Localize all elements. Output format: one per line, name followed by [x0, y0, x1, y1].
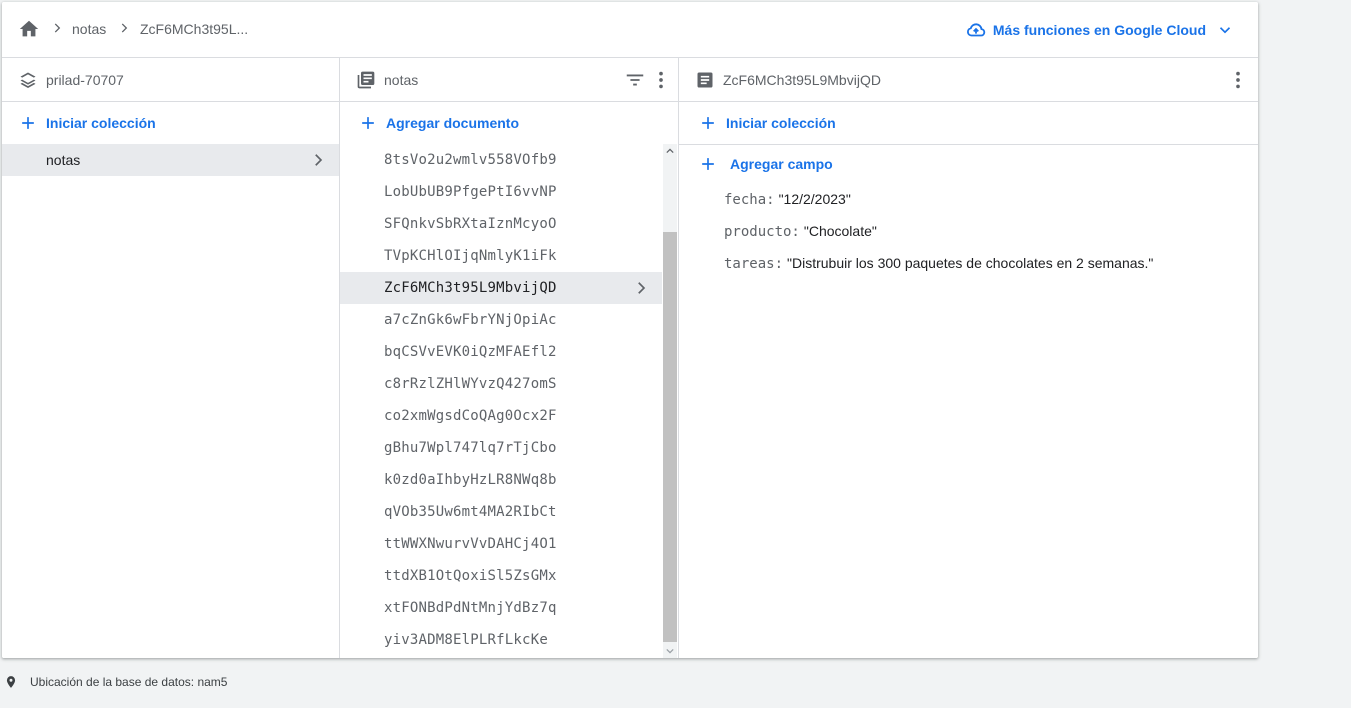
- document-id: c8rRzlZHlWYvzQ427omS: [384, 376, 557, 392]
- root-column: prilad-70707 Iniciar colección notas: [2, 58, 340, 658]
- document-id: yiv3ADM8ElPLRfLkcKe: [384, 632, 548, 648]
- collection-icon: [357, 71, 375, 89]
- document-item[interactable]: xtFONBdPdNtMnjYdBz7q: [340, 592, 662, 624]
- project-title: prilad-70707: [46, 72, 124, 88]
- document-list: 8tsVo2u2wmlv558VOfb9 LobUbUB9PfgePtI6vvN…: [340, 144, 662, 658]
- field-value: "Distrubuir los 300 paquetes de chocolat…: [787, 255, 1154, 271]
- firestore-panel: notas ZcF6MCh3t95L... Más funciones en G…: [2, 2, 1258, 658]
- field-row[interactable]: fecha: "12/2/2023": [724, 189, 851, 209]
- start-subcollection-label: Iniciar colección: [726, 115, 836, 131]
- field-row[interactable]: tareas: "Distrubuir los 300 paquetes de c…: [724, 253, 1153, 273]
- collection-item-notas[interactable]: notas: [2, 144, 339, 176]
- document-id: co2xmWgsdCoQAg0Ocx2F: [384, 408, 557, 424]
- database-location-label: Ubicación de la base de datos: nam5: [30, 675, 228, 689]
- google-cloud-label: Más funciones en Google Cloud: [992, 22, 1206, 38]
- field-key: tareas:: [724, 256, 784, 272]
- database-location: Ubicación de la base de datos: nam5: [4, 672, 227, 692]
- document-id: 8tsVo2u2wmlv558VOfb9: [384, 152, 557, 168]
- chevron-right-icon: [54, 23, 61, 33]
- divider: [679, 144, 1258, 145]
- cloud-icon: [966, 23, 986, 37]
- add-document-button[interactable]: Agregar documento: [358, 111, 519, 135]
- chevron-right-icon: [121, 23, 128, 33]
- root-column-header: prilad-70707: [2, 58, 339, 102]
- document-item[interactable]: k0zd0aIhbyHzLR8NWq8b: [340, 464, 662, 496]
- document-item[interactable]: bqCSVvEVK0iQzMFAEfl2: [340, 336, 662, 368]
- start-subcollection-button[interactable]: Iniciar colección: [698, 111, 836, 135]
- document-id: ttdXB1OtQoxiSl5ZsGMx: [384, 568, 557, 584]
- start-collection-button[interactable]: Iniciar colección: [18, 111, 156, 135]
- document-id: ZcF6MCh3t95L9MbvijQD: [384, 280, 557, 296]
- document-id: LobUbUB9PfgePtI6vvNP: [384, 184, 557, 200]
- document-id: TVpKCHlOIjqNmlyK1iFk: [384, 248, 557, 264]
- document-item-selected[interactable]: ZcF6MCh3t95L9MbvijQD: [340, 272, 662, 304]
- plus-icon: [702, 158, 714, 170]
- document-item[interactable]: 8tsVo2u2wmlv558VOfb9: [340, 144, 662, 176]
- chevron-down-icon: [1219, 27, 1231, 34]
- location-pin-icon: [6, 676, 16, 688]
- document-id: qVOb35Uw6mt4MA2RIbCt: [384, 504, 557, 520]
- document-item[interactable]: c8rRzlZHlWYvzQ427omS: [340, 368, 662, 400]
- add-field-label: Agregar campo: [730, 156, 833, 172]
- more-vert-icon[interactable]: [650, 69, 672, 91]
- chevron-right-icon: [638, 282, 646, 294]
- document-item[interactable]: ttWWXNwurvVvDAHCj4O1: [340, 528, 662, 560]
- document-item[interactable]: gBhu7Wpl747lq7rTjCbo: [340, 432, 662, 464]
- collection-column-header: notas: [340, 58, 678, 102]
- google-cloud-menu-button[interactable]: Más funciones en Google Cloud: [965, 18, 1234, 42]
- scrollbar-thumb[interactable]: [663, 232, 677, 642]
- document-item[interactable]: TVpKCHlOIjqNmlyK1iFk: [340, 240, 662, 272]
- field-key: producto:: [724, 224, 800, 240]
- document-item[interactable]: a7cZnGk6wFbrYNjOpiAc: [340, 304, 662, 336]
- document-id: a7cZnGk6wFbrYNjOpiAc: [384, 312, 557, 328]
- database-icon: [20, 72, 36, 88]
- plus-icon: [22, 117, 34, 129]
- document-id: k0zd0aIhbyHzLR8NWq8b: [384, 472, 557, 488]
- plus-icon: [702, 117, 714, 129]
- more-vert-icon[interactable]: [1227, 69, 1249, 91]
- scroll-down-arrow-icon[interactable]: [666, 647, 674, 655]
- document-title: ZcF6MCh3t95L9MbvijQD: [723, 72, 881, 88]
- document-id: ttWWXNwurvVvDAHCj4O1: [384, 536, 557, 552]
- document-item[interactable]: qVOb35Uw6mt4MA2RIbCt: [340, 496, 662, 528]
- collection-title: notas: [384, 72, 419, 88]
- add-field-button[interactable]: Agregar campo: [698, 152, 833, 176]
- document-item[interactable]: SFQnkvSbRXtaIznMcyoO: [340, 208, 662, 240]
- collection-column: notas Agregar documento 8tsVo2u2wmlv558V…: [340, 58, 679, 658]
- field-value: "12/2/2023": [778, 191, 851, 207]
- document-item[interactable]: ttdXB1OtQoxiSl5ZsGMx: [340, 560, 662, 592]
- document-id: bqCSVvEVK0iQzMFAEfl2: [384, 344, 557, 360]
- document-icon: [697, 72, 713, 88]
- header-bar: notas ZcF6MCh3t95L... Más funciones en G…: [2, 2, 1258, 58]
- start-collection-label: Iniciar colección: [46, 115, 156, 131]
- chevron-right-icon: [315, 154, 323, 166]
- home-icon[interactable]: [18, 18, 40, 40]
- field-key: fecha:: [724, 192, 775, 208]
- document-id: gBhu7Wpl747lq7rTjCbo: [384, 440, 557, 456]
- document-id: SFQnkvSbRXtaIznMcyoO: [384, 216, 557, 232]
- collection-label: notas: [46, 152, 81, 168]
- document-item[interactable]: LobUbUB9PfgePtI6vvNP: [340, 176, 662, 208]
- breadcrumb-collection[interactable]: notas: [72, 21, 106, 37]
- document-item[interactable]: yiv3ADM8ElPLRfLkcKe: [340, 624, 662, 656]
- add-document-label: Agregar documento: [386, 115, 520, 131]
- document-item[interactable]: co2xmWgsdCoQAg0Ocx2F: [340, 400, 662, 432]
- filter-icon[interactable]: [624, 69, 646, 91]
- breadcrumb-document[interactable]: ZcF6MCh3t95L...: [140, 21, 248, 37]
- document-column: ZcF6MCh3t95L9MbvijQD Iniciar colección A…: [679, 58, 1258, 658]
- field-row[interactable]: producto: "Chocolate": [724, 221, 877, 241]
- plus-icon: [362, 117, 374, 129]
- document-id: xtFONBdPdNtMnjYdBz7q: [384, 600, 557, 616]
- scroll-up-arrow-icon[interactable]: [666, 147, 674, 155]
- document-column-header: ZcF6MCh3t95L9MbvijQD: [679, 58, 1258, 102]
- field-value: "Chocolate": [803, 223, 877, 239]
